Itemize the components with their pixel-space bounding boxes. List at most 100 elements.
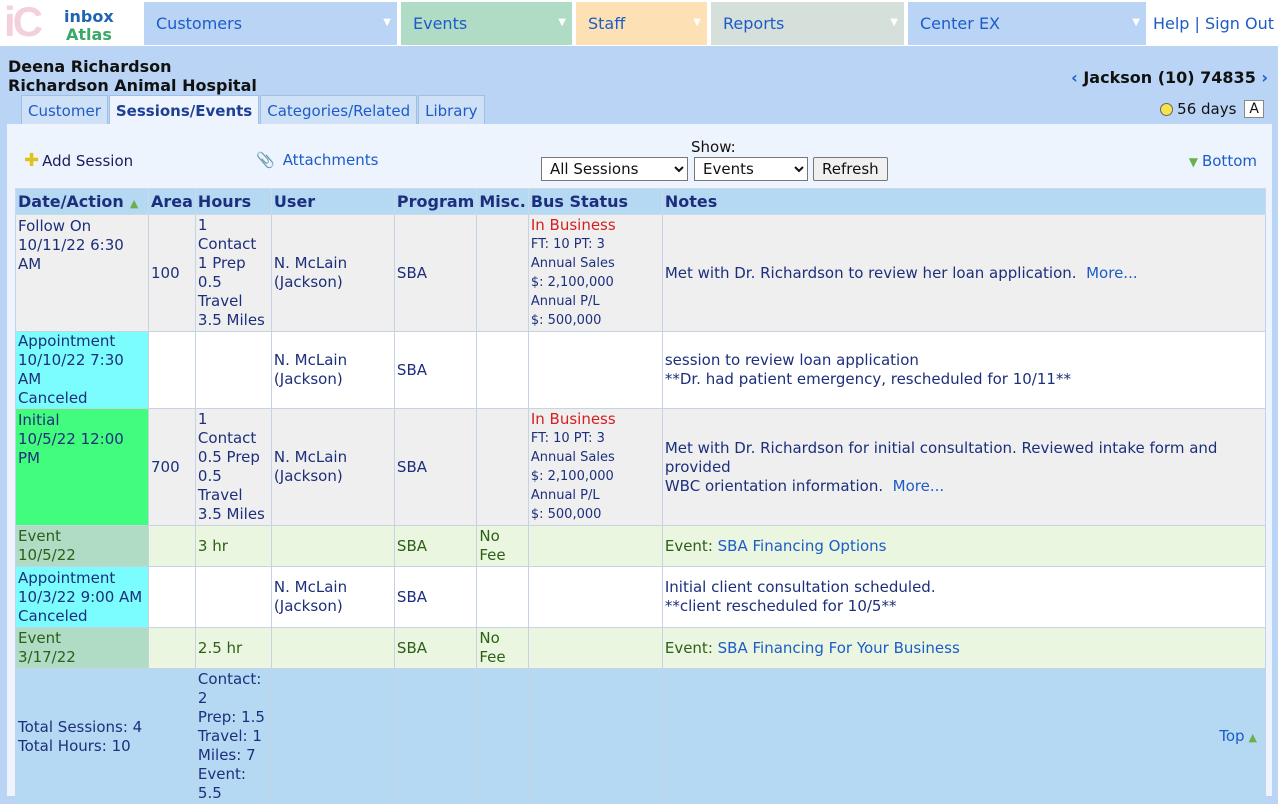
program-cell: SBA xyxy=(393,408,478,526)
breakdown-line: 2 xyxy=(197,689,208,707)
table-row[interactable]: Event 3/17/22 2.5 hr SBA No Fee Event: S… xyxy=(15,627,1267,669)
date-action-cell[interactable]: Initial 10/5/22 12:00 PM xyxy=(15,408,149,526)
help-link[interactable]: Help xyxy=(1153,14,1189,33)
sort-up-icon[interactable]: ▲ xyxy=(130,197,138,210)
tab-sessions-events[interactable]: Sessions/Events xyxy=(108,95,260,125)
breakdown-line: Miles: 7 xyxy=(197,746,256,764)
hours-line: 1 Contact xyxy=(197,216,257,253)
breakdown-line: Event: xyxy=(197,765,246,783)
user-name: N. McLain xyxy=(273,254,348,272)
user-center: (Jackson) xyxy=(273,370,343,388)
bus-line: Annual Sales xyxy=(530,256,615,271)
date-action-cell[interactable]: Appointment 10/3/22 9:00 AM Canceled xyxy=(15,566,149,628)
add-session-button[interactable]: ✚ Add Session xyxy=(24,150,133,171)
col-date-action[interactable]: Date/Action ▲ xyxy=(15,188,149,215)
totals-row: Total Sessions: 4 Total Hours: 10 Contac… xyxy=(15,668,1267,804)
menu-customers-label: Customers xyxy=(156,14,243,33)
refresh-button[interactable]: Refresh xyxy=(813,157,888,181)
date-action-cell[interactable]: Event 3/17/22 xyxy=(15,627,149,669)
misc-cell xyxy=(476,408,529,526)
notes-cell: Event: SBA Financing For Your Business xyxy=(661,627,1267,669)
bus-line: FT: 10 PT: 3 xyxy=(530,237,605,252)
area-cell: 100 xyxy=(148,214,196,332)
app-logo[interactable]: iC inbox Atlas xyxy=(2,0,142,45)
bus-line: Annual P/L xyxy=(530,488,600,503)
table-row[interactable]: Initial 10/5/22 12:00 PM 700 1 Contact 0… xyxy=(15,408,1267,526)
user-cell: N. McLain (Jackson) xyxy=(270,566,395,628)
attachments-link[interactable]: 📎 Attachments xyxy=(256,151,378,169)
add-session-label: Add Session xyxy=(42,152,134,170)
table-row[interactable]: Follow On 10/11/22 6:30 AM 100 1 Contact… xyxy=(15,214,1267,332)
notes-cell: session to review loan application **Dr.… xyxy=(661,331,1267,409)
bottom-link[interactable]: ▼ Bottom xyxy=(1189,152,1257,170)
bus-line: Annual Sales xyxy=(530,450,615,465)
chevron-right-icon[interactable]: › xyxy=(1261,68,1268,87)
bus-status-cell: In Business FT: 10 PT: 3 Annual Sales $:… xyxy=(527,214,663,332)
session-filter-select[interactable]: All Sessions xyxy=(541,157,688,181)
type-filter-select[interactable]: Events xyxy=(694,157,808,181)
event-prefix: Event: xyxy=(664,536,713,555)
logo-mark: iC xyxy=(4,0,43,45)
menu-center-ex[interactable]: Center EX ▼ xyxy=(908,2,1146,45)
table-row[interactable]: Appointment 10/3/22 9:00 AM Canceled N. … xyxy=(15,566,1267,628)
user-name: N. McLain xyxy=(273,578,348,596)
bus-line: $: 500,000 xyxy=(530,313,602,328)
bus-status-cell xyxy=(527,566,663,628)
total-sessions: Total Sessions: 4 xyxy=(18,717,143,736)
link-separator: | xyxy=(1194,14,1200,33)
misc-cell: No Fee xyxy=(476,525,529,567)
menu-customers[interactable]: Customers ▼ xyxy=(144,2,397,45)
chevron-left-icon[interactable]: ‹ xyxy=(1071,68,1078,87)
user-center: (Jackson) xyxy=(273,597,343,615)
bus-status-cell xyxy=(527,627,663,669)
totals-summary-cell: Total Sessions: 4 Total Hours: 10 xyxy=(15,668,196,804)
notes-cell: Met with Dr. Richardson for initial cons… xyxy=(661,408,1267,526)
chevron-down-icon: ▼ xyxy=(693,17,701,28)
menu-events[interactable]: Events ▼ xyxy=(401,2,572,45)
action-bar: ✚ Add Session 📎 Attachments Show: All Sess… xyxy=(7,124,1272,184)
table-row[interactable]: Appointment 10/10/22 7:30 AM Canceled N.… xyxy=(15,331,1267,409)
session-date: 10/5/22 12:00 PM xyxy=(18,430,124,467)
session-date: 3/17/22 xyxy=(18,648,76,666)
more-link[interactable]: More... xyxy=(1086,264,1138,282)
program-cell: SBA xyxy=(393,627,478,669)
chevron-down-icon: ▼ xyxy=(1132,17,1140,28)
session-date: 10/10/22 7:30 AM xyxy=(18,351,124,388)
session-kind: Appointment xyxy=(18,332,116,350)
more-link[interactable]: More... xyxy=(893,477,945,495)
col-user: User xyxy=(270,188,395,215)
arrow-up-icon: ▲ xyxy=(1248,730,1257,744)
session-date: 10/3/22 9:00 AM xyxy=(18,587,143,606)
notes-text: Met with Dr. Richardson to review her lo… xyxy=(664,263,1077,282)
col-bus-status: Bus Status xyxy=(527,188,663,215)
hours-line: 3.5 Miles xyxy=(197,311,265,329)
attachments-label: Attachments xyxy=(282,151,379,169)
top-links: Help | Sign Out xyxy=(1153,14,1274,33)
grade-badge[interactable]: A xyxy=(1244,100,1264,118)
event-link[interactable]: SBA Financing For Your Business xyxy=(718,639,960,657)
hours-line: 0.5 Travel xyxy=(197,467,243,504)
col-hours: Hours xyxy=(194,188,272,215)
menu-staff[interactable]: Staff ▼ xyxy=(576,2,707,45)
top-link[interactable]: Top ▲ xyxy=(661,668,1267,804)
date-action-cell[interactable]: Event 10/5/22 xyxy=(15,525,149,567)
notes-cell: Initial client consultation scheduled. *… xyxy=(661,566,1267,628)
notes-text: **client rescheduled for 10/5** xyxy=(664,597,897,615)
menu-reports[interactable]: Reports ▼ xyxy=(711,2,904,45)
tab-categories-related[interactable]: Categories/Related xyxy=(260,95,418,125)
program-cell: SBA xyxy=(393,331,478,409)
sign-out-link[interactable]: Sign Out xyxy=(1205,14,1274,33)
tab-library[interactable]: Library xyxy=(418,95,485,125)
date-action-cell[interactable]: Appointment 10/10/22 7:30 AM Canceled xyxy=(15,331,149,409)
date-action-cell[interactable]: Follow On 10/11/22 6:30 AM xyxy=(15,214,149,332)
tab-customer[interactable]: Customer xyxy=(21,95,108,125)
notes-text: session to review loan application xyxy=(664,351,919,369)
misc-cell: No Fee xyxy=(476,627,529,669)
event-link[interactable]: SBA Financing Options xyxy=(718,537,887,555)
bus-line: $: 2,100,000 xyxy=(530,275,614,290)
tab-bar: Customer Sessions/Events Categories/Rela… xyxy=(21,95,486,125)
table-row[interactable]: Event 10/5/22 3 hr SBA No Fee Event: SBA… xyxy=(15,525,1267,567)
record-navigator: ‹ Jackson (10) 74835 › xyxy=(1071,68,1268,87)
hours-line: 1 Contact xyxy=(197,410,257,447)
chevron-down-icon: ▼ xyxy=(383,17,391,28)
